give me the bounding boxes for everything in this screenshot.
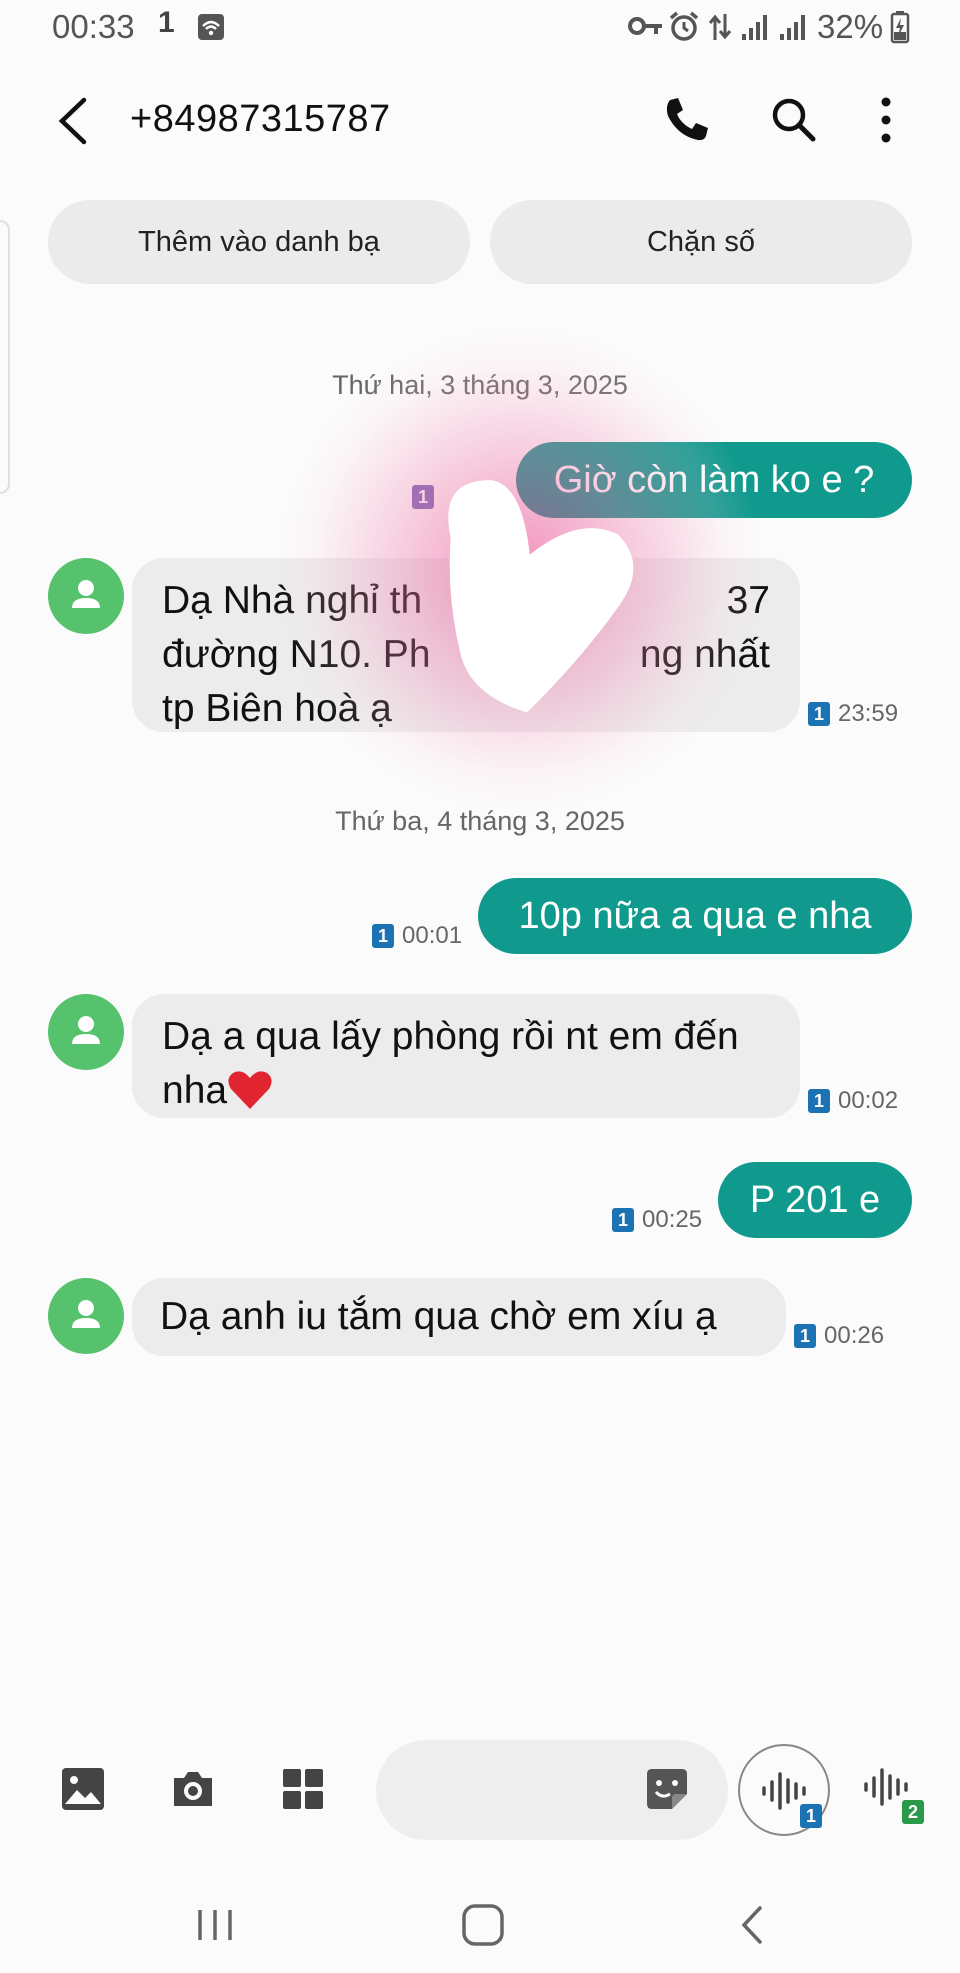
message-line: nha: [162, 1069, 228, 1112]
recents-icon[interactable]: [190, 1900, 240, 1950]
message-bubble-incoming[interactable]: Dạ a qua lấy phòng rồi nt em đến nha: [132, 994, 800, 1118]
alarm-icon: [669, 11, 699, 41]
camera-icon[interactable]: [170, 1766, 216, 1812]
wifi-icon: [198, 14, 224, 40]
avatar[interactable]: [48, 1278, 124, 1354]
sim-badge: 1: [808, 1089, 830, 1113]
avatar[interactable]: [48, 994, 124, 1070]
person-icon: [72, 1300, 100, 1328]
heart-emoji-icon: [228, 1071, 272, 1109]
message-bubble-incoming[interactable]: Dạ anh iu tắm qua chờ em xíu ạ: [132, 1278, 786, 1356]
sim-badge: 2: [902, 1800, 924, 1824]
message-time: 00:25: [642, 1206, 703, 1233]
message-time: 00:01: [402, 922, 463, 949]
gallery-icon[interactable]: [60, 1766, 106, 1812]
voice-sim2-button[interactable]: 2: [848, 1744, 940, 1836]
more-vert-icon[interactable]: [860, 94, 912, 146]
voice-sim1-button[interactable]: 1: [738, 1744, 830, 1836]
message-bubble-outgoing[interactable]: 10p nữa a qua e nha: [478, 878, 912, 954]
message-meta: 1 00:02: [808, 1087, 898, 1115]
status-bar: 00:33 1 32%: [0, 0, 960, 56]
search-icon[interactable]: [768, 94, 820, 146]
message-bubble-outgoing[interactable]: P 201 e: [718, 1162, 912, 1238]
status-time: 00:33: [52, 8, 135, 45]
signal-icon: [742, 15, 767, 40]
message-meta: 1 00:25: [612, 1206, 702, 1234]
message-line: Dạ anh iu tắm qua chờ em xíu ạ: [160, 1295, 717, 1338]
heart-sticker-icon: [448, 480, 634, 713]
sim-badge: 1: [372, 924, 394, 948]
avatar[interactable]: [48, 558, 124, 634]
sim-badge: 1: [612, 1208, 634, 1232]
battery-charging-icon: [890, 11, 910, 44]
key-icon: [628, 17, 662, 35]
apps-grid-icon[interactable]: [280, 1766, 326, 1812]
back-nav-icon[interactable]: [728, 1900, 778, 1950]
notification-indicator: 1: [158, 6, 175, 39]
message-time: 00:02: [838, 1087, 899, 1114]
sim-badge: 1: [808, 702, 830, 726]
message-meta: 1 00:26: [794, 1322, 884, 1350]
conversation-title: +84987315787: [130, 98, 391, 140]
add-contact-button[interactable]: Thêm vào danh bạ: [48, 200, 470, 284]
message-time: 23:59: [838, 700, 899, 727]
back-arrow-icon[interactable]: [52, 94, 96, 148]
sim-badge: 1: [800, 1804, 822, 1828]
battery-percent: 32%: [817, 8, 884, 45]
person-icon: [72, 580, 100, 608]
message-meta: 1 00:01: [372, 922, 462, 950]
message-time: 00:26: [824, 1322, 885, 1349]
signal-icon: [780, 15, 805, 40]
person-icon: [72, 1016, 100, 1044]
date-separator: Thứ ba, 4 tháng 3, 2025: [335, 806, 625, 836]
data-arrows-icon: [708, 14, 732, 40]
phone-icon[interactable]: [660, 94, 712, 146]
message-line: Dạ a qua lấy phòng rồi nt em đến: [162, 1015, 739, 1058]
block-number-button[interactable]: Chặn số: [490, 200, 912, 284]
sim-badge: 1: [794, 1324, 816, 1348]
sticker-icon[interactable]: [644, 1766, 690, 1812]
message-meta: 1 23:59: [808, 700, 898, 728]
home-icon[interactable]: [458, 1900, 508, 1950]
edge-panel-handle[interactable]: [0, 220, 10, 494]
